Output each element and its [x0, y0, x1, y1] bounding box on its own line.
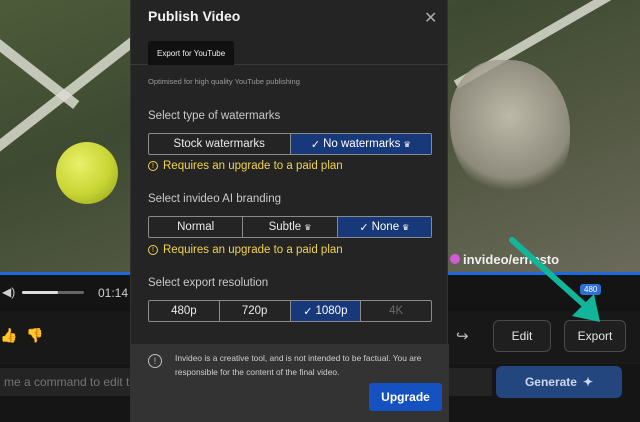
option-label: 480p	[171, 305, 197, 317]
option-label: 4K	[389, 305, 404, 317]
crown-icon: ♛	[403, 139, 411, 149]
warning-text: Requires an upgrade to a paid plan	[163, 160, 343, 172]
option-stock-watermarks[interactable]: Stock watermarks	[149, 134, 290, 154]
option-label: None	[371, 221, 400, 233]
option-label: Stock watermarks	[173, 138, 265, 150]
option-label: Subtle	[268, 221, 302, 233]
option-label: Normal	[177, 221, 215, 233]
option-no-watermarks[interactable]: ✓ No watermarks ♛	[289, 134, 431, 154]
warning-icon: !	[148, 245, 158, 255]
sparkle-icon: ✦	[582, 375, 594, 389]
volume-icon[interactable]: ◀)	[2, 285, 16, 299]
generate-label: Generate	[524, 375, 577, 389]
watermark-selector: Stock watermarks ✓ No watermarks ♛	[148, 133, 432, 155]
crown-icon: ♛	[402, 222, 410, 232]
tab-export-youtube[interactable]: Export for YouTube	[148, 41, 235, 65]
warning-icon: !	[148, 161, 158, 171]
info-icon: !	[148, 354, 162, 368]
invideo-logo-icon	[450, 254, 460, 264]
redo-icon[interactable]: ↪	[456, 327, 469, 345]
option-label: 720p	[241, 305, 268, 317]
option-subtle[interactable]: Subtle ♛	[242, 217, 336, 237]
checkmark-icon: ✓	[303, 305, 313, 318]
branding-upgrade-warning: ! Requires an upgrade to a paid plan	[148, 244, 343, 256]
pointer-arrow-icon	[509, 237, 600, 322]
publish-video-dialog: Publish Video ✕ Export for YouTube Optim…	[130, 0, 449, 422]
option-720p[interactable]: 720p	[218, 301, 290, 321]
disclaimer-text: Invideo is a creative tool, and is not i…	[175, 353, 422, 377]
volume-slider[interactable]	[22, 291, 84, 294]
player-image	[450, 60, 570, 200]
branding-label: Select invideo AI branding	[148, 193, 281, 205]
dialog-title: Publish Video	[148, 8, 241, 24]
option-none[interactable]: ✓ None ♛	[336, 217, 431, 237]
resolution-selector: 480p 720p ✓ 1080p 4K	[148, 300, 432, 322]
checkmark-icon: ✓	[359, 221, 369, 234]
option-480p[interactable]: 480p	[149, 301, 219, 321]
warning-text: Requires an upgrade to a paid plan	[163, 244, 343, 256]
option-normal[interactable]: Normal	[149, 217, 242, 237]
upgrade-button[interactable]: Upgrade	[369, 383, 442, 411]
option-4k: 4K	[360, 301, 431, 321]
generate-button[interactable]: Generate ✦	[496, 366, 622, 398]
thumbs-down-icon[interactable]: 👎	[26, 327, 43, 344]
court-line	[0, 21, 80, 109]
watermarks-label: Select type of watermarks	[148, 110, 281, 122]
resolution-label: Select export resolution	[148, 277, 269, 289]
thumbs-up-icon[interactable]: 👍	[0, 327, 17, 344]
option-label: 1080p	[315, 305, 348, 317]
option-1080p[interactable]: ✓ 1080p	[289, 301, 361, 321]
checkmark-icon: ✓	[310, 138, 321, 151]
crown-icon: ♛	[304, 222, 312, 232]
option-label: No watermarks	[323, 138, 401, 150]
watermark-upgrade-warning: ! Requires an upgrade to a paid plan	[148, 160, 343, 172]
dialog-subtitle: Optimised for high quality YouTube publi…	[148, 77, 300, 86]
tennis-ball-image	[56, 142, 118, 204]
branding-selector: Normal Subtle ♛ ✓ None ♛	[148, 216, 432, 238]
close-icon[interactable]: ✕	[424, 8, 437, 28]
